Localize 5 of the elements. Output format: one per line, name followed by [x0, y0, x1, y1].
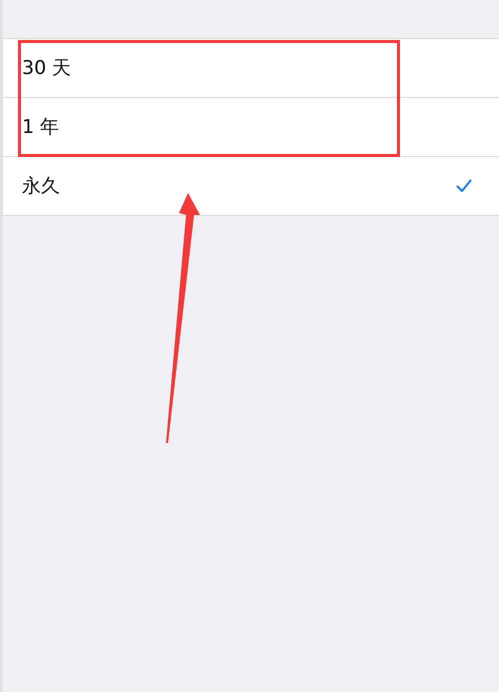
option-row[interactable]: 1 年 [3, 98, 499, 157]
option-label: 永久 [22, 174, 60, 199]
option-row[interactable]: 30 天 [3, 39, 499, 98]
option-label: 30 天 [22, 56, 72, 81]
option-label: 1 年 [22, 115, 60, 140]
